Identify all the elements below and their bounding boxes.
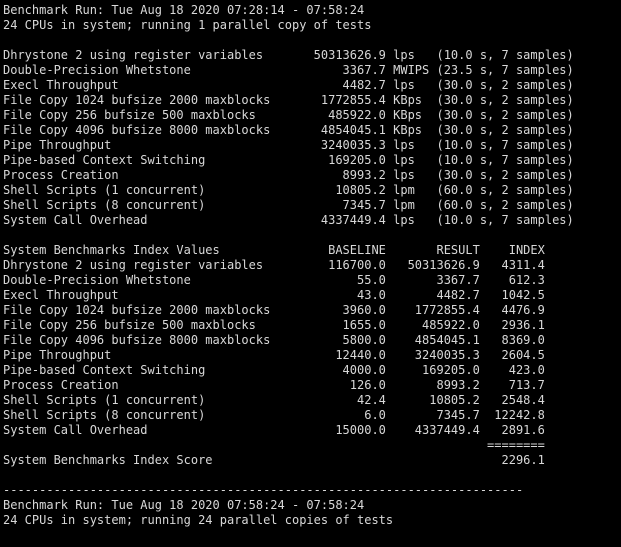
separator-line: ----------------------------------------… bbox=[3, 483, 524, 497]
raw-result-line: Dhrystone 2 using register variables 503… bbox=[3, 48, 574, 62]
raw-result-line: Pipe Throughput 3240035.3 lps (10.0 s, 7… bbox=[3, 138, 574, 152]
index-table-row: Shell Scripts (1 concurrent) 42.4 10805.… bbox=[3, 393, 545, 407]
raw-result-line: Shell Scripts (1 concurrent) 10805.2 lpm… bbox=[3, 183, 574, 197]
raw-result-line: File Copy 256 bufsize 500 maxblocks 4859… bbox=[3, 108, 574, 122]
index-table-row: Shell Scripts (8 concurrent) 6.0 7345.7 … bbox=[3, 408, 545, 422]
index-table-row: Pipe-based Context Switching 4000.0 1692… bbox=[3, 363, 545, 377]
raw-result-line: Double-Precision Whetstone 3367.7 MWIPS … bbox=[3, 63, 574, 77]
index-table-row: Process Creation 126.0 8993.2 713.7 bbox=[3, 378, 545, 392]
index-table-row: File Copy 4096 bufsize 8000 maxblocks 58… bbox=[3, 333, 545, 347]
index-table-row: System Call Overhead 15000.0 4337449.4 2… bbox=[3, 423, 545, 437]
terminal-output[interactable]: Benchmark Run: Tue Aug 18 2020 07:28:14 … bbox=[0, 0, 621, 547]
raw-result-line: Shell Scripts (8 concurrent) 7345.7 lpm … bbox=[3, 198, 574, 212]
raw-result-line: File Copy 4096 bufsize 8000 maxblocks 48… bbox=[3, 123, 574, 137]
index-table-header: System Benchmarks Index Values BASELINE … bbox=[3, 243, 545, 257]
index-table-row: File Copy 256 bufsize 500 maxblocks 1655… bbox=[3, 318, 545, 332]
index-table-row: Pipe Throughput 12440.0 3240035.3 2604.5 bbox=[3, 348, 545, 362]
raw-result-line: Pipe-based Context Switching 169205.0 lp… bbox=[3, 153, 574, 167]
index-total-rule: ======== bbox=[3, 438, 545, 452]
raw-result-line: Process Creation 8993.2 lps (30.0 s, 2 s… bbox=[3, 168, 574, 182]
run-header-line: Benchmark Run: Tue Aug 18 2020 07:58:24 … bbox=[3, 498, 365, 512]
cpu-info-line: 24 CPUs in system; running 24 parallel c… bbox=[3, 513, 394, 527]
index-table-row: Dhrystone 2 using register variables 116… bbox=[3, 258, 545, 272]
index-table-row: Execl Throughput 43.0 4482.7 1042.5 bbox=[3, 288, 545, 302]
index-table-row: File Copy 1024 bufsize 2000 maxblocks 39… bbox=[3, 303, 545, 317]
index-table-row: Double-Precision Whetstone 55.0 3367.7 6… bbox=[3, 273, 545, 287]
raw-result-line: Execl Throughput 4482.7 lps (30.0 s, 2 s… bbox=[3, 78, 574, 92]
raw-result-line: System Call Overhead 4337449.4 lps (10.0… bbox=[3, 213, 574, 227]
cpu-info-line: 24 CPUs in system; running 1 parallel co… bbox=[3, 18, 372, 32]
index-score-line: System Benchmarks Index Score 2296.1 bbox=[3, 453, 545, 467]
run-header-line: Benchmark Run: Tue Aug 18 2020 07:28:14 … bbox=[3, 3, 365, 17]
raw-result-line: File Copy 1024 bufsize 2000 maxblocks 17… bbox=[3, 93, 574, 107]
